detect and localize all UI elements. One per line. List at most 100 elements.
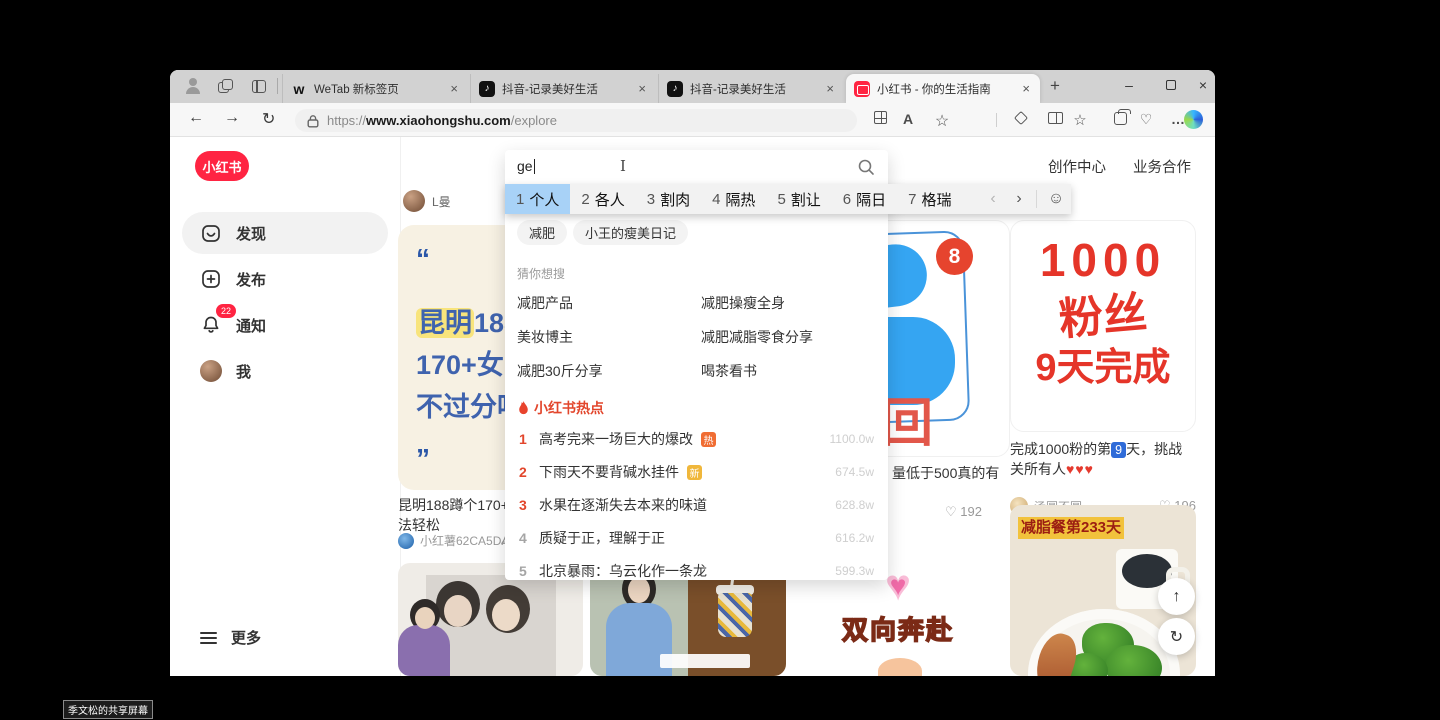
workspaces-icon[interactable] — [218, 79, 234, 95]
ime-paging: ‹ › ☺ — [980, 184, 1071, 214]
back-button[interactable]: ← — [188, 109, 204, 127]
hot-topic-item[interactable]: 2 下雨天不要背碱水挂件 新 674.5w — [519, 461, 874, 483]
tab-close-icon[interactable]: × — [448, 81, 460, 96]
search-suggestion[interactable]: 减肥操瘦全身 — [701, 293, 785, 313]
tab-wetab[interactable]: w WeTab 新标签页 × — [282, 74, 468, 103]
candidate-text: 个人 — [529, 189, 559, 210]
close-window-button[interactable]: × — [1186, 70, 1215, 100]
ime-candidate-3[interactable]: 3割肉 — [636, 184, 701, 214]
sidebar-item-discover[interactable]: 发现 — [182, 212, 388, 254]
hot-topic-item[interactable]: 5 北京暴雨：乌云化作一条龙 599.3w — [519, 560, 874, 580]
ime-candidate-5[interactable]: 5割让 — [766, 184, 831, 214]
discover-smiley-icon — [200, 222, 222, 244]
search-suggestion[interactable]: 减肥30斤分享 — [517, 361, 603, 381]
split-screen-icon[interactable] — [1048, 112, 1063, 124]
scroll-to-top-button[interactable]: ↑ — [1158, 578, 1195, 615]
tab-close-icon[interactable]: × — [636, 81, 648, 96]
wallet-health-icon[interactable]: ♡ — [1136, 111, 1156, 128]
tab-douyin-2[interactable]: ♪ 抖音-记录美好生活 × — [658, 74, 844, 103]
drink-cup — [718, 593, 752, 637]
ime-candidate-2[interactable]: 2各人 — [570, 184, 635, 214]
tab-douyin-1[interactable]: ♪ 抖音-记录美好生活 × — [470, 74, 656, 103]
note-card-1000-fans[interactable]: 1000 粉丝 9天完成 — [1010, 220, 1196, 432]
profile-icon[interactable] — [184, 77, 202, 95]
browser-essentials-icon[interactable] — [1014, 111, 1028, 125]
sidebar-item-more[interactable]: 更多 — [200, 627, 261, 648]
refresh-button[interactable]: ↻ — [262, 109, 275, 129]
site-info-lock-icon[interactable] — [307, 114, 319, 128]
ime-candidate-4[interactable]: 4隔热 — [701, 184, 766, 214]
search-suggestion[interactable]: 减肥产品 — [517, 293, 573, 313]
open-quote-mark: “ — [416, 243, 430, 275]
candidate-text: 格瑞 — [922, 189, 952, 210]
photo-person-front-body — [398, 625, 450, 676]
maximize-button[interactable] — [1154, 70, 1188, 100]
search-suggestion[interactable]: 美妆博主 — [517, 327, 573, 347]
search-history-chip[interactable]: 减肥 — [517, 220, 567, 245]
bell-icon — [200, 314, 222, 336]
tab-title: WeTab 新标签页 — [314, 81, 441, 97]
tab-title: 抖音-记录美好生活 — [502, 81, 629, 97]
app-grid-icon[interactable] — [874, 111, 887, 124]
new-tab-button[interactable]: + — [1050, 76, 1060, 96]
hot-views: 628.8w — [835, 498, 874, 512]
candidate-number: 6 — [843, 191, 851, 208]
forward-button[interactable]: → — [224, 109, 240, 127]
tab-strip: w WeTab 新标签页 × ♪ 抖音-记录美好生活 × ♪ 抖音-记录美好生活… — [170, 70, 1215, 103]
feed-user-row[interactable]: L曼 — [403, 190, 451, 212]
tab-close-icon[interactable]: × — [1020, 81, 1032, 96]
note-title[interactable]: 量低于500真的有 — [892, 463, 999, 483]
sidebar-item-publish[interactable]: 发布 — [182, 258, 388, 300]
xiaohongshu-logo[interactable]: 小红书 — [195, 151, 249, 181]
ime-candidate-1[interactable]: 1 个人 — [505, 184, 570, 214]
ime-emoji-icon[interactable]: ☺ — [1041, 190, 1071, 208]
hot-rank: 2 — [519, 464, 531, 480]
note-title[interactable]: 完成1000粉的第9天，挑战关所有人♥♥♥ — [1010, 439, 1196, 480]
creator-center-link[interactable]: 创作中心 — [1048, 156, 1106, 177]
hot-topic-item[interactable]: 3 水果在逐渐失去本来的味道 628.8w — [519, 494, 874, 516]
hot-topic-item[interactable]: 4 质疑于正，理解于正 616.2w — [519, 527, 874, 549]
search-icon[interactable] — [857, 158, 875, 181]
tab-close-icon[interactable]: × — [824, 81, 836, 96]
ime-candidate-6[interactable]: 6隔日 — [832, 184, 897, 214]
favorites-star-icon[interactable]: ☆ — [932, 111, 952, 131]
read-aloud-icon[interactable]: A — [898, 111, 918, 127]
candidate-number: 7 — [908, 191, 916, 208]
note-author-row[interactable]: 小红薯62CA5DA — [398, 532, 509, 549]
favorites-list-icon[interactable]: ☆ — [1070, 111, 1090, 129]
hot-views: 674.5w — [835, 465, 874, 479]
browser-window: w WeTab 新标签页 × ♪ 抖音-记录美好生活 × ♪ 抖音-记录美好生活… — [170, 70, 1215, 676]
url-text: https://www.xiaohongshu.com/explore — [327, 113, 557, 128]
sidebar-item-label: 发布 — [236, 269, 266, 290]
new-badge: 新 — [687, 465, 702, 480]
candidate-number: 1 — [516, 191, 524, 208]
ibeam-cursor: I — [620, 157, 626, 175]
sidebar-item-me[interactable]: 我 — [182, 350, 388, 392]
search-suggestion[interactable]: 减肥减脂零食分享 — [701, 327, 813, 347]
ime-divider — [1036, 190, 1037, 208]
hot-title: 高考完来一场巨大的爆改 — [539, 429, 693, 449]
tab-xiaohongshu-active[interactable]: 小红书 - 你的生活指南 × — [846, 74, 1040, 103]
sidebar-item-notifications[interactable]: 通知 22 — [182, 304, 388, 346]
collections-icon[interactable] — [1114, 112, 1127, 125]
minimize-button[interactable]: – — [1112, 70, 1146, 100]
like-count[interactable]: ♡ 192 — [945, 504, 982, 520]
hot-rank: 4 — [519, 530, 531, 546]
like-value: 192 — [960, 504, 982, 519]
ime-next-page-icon[interactable]: › — [1006, 190, 1032, 208]
tab-actions-icon[interactable] — [252, 80, 266, 93]
search-input[interactable]: ge — [517, 158, 535, 174]
hot-topic-item[interactable]: 1 高考完来一场巨大的爆改 热 1100.0w — [519, 428, 874, 450]
heart-icon: ♡ — [945, 504, 957, 519]
ime-prev-page-icon[interactable]: ‹ — [980, 190, 1006, 208]
search-suggestion[interactable]: 喝茶看书 — [701, 361, 757, 381]
business-coop-link[interactable]: 业务合作 — [1133, 156, 1191, 177]
candidate-number: 2 — [581, 191, 589, 208]
search-history-chip[interactable]: 小王的瘦美日记 — [573, 220, 688, 245]
copilot-icon[interactable] — [1184, 110, 1203, 129]
ime-candidate-7[interactable]: 7 格瑞 — [897, 184, 962, 214]
refresh-feed-button[interactable]: ↻ — [1158, 618, 1195, 655]
photo-face — [444, 595, 472, 627]
photo-face — [415, 607, 435, 629]
address-bar[interactable]: https://www.xiaohongshu.com/explore — [295, 109, 857, 132]
